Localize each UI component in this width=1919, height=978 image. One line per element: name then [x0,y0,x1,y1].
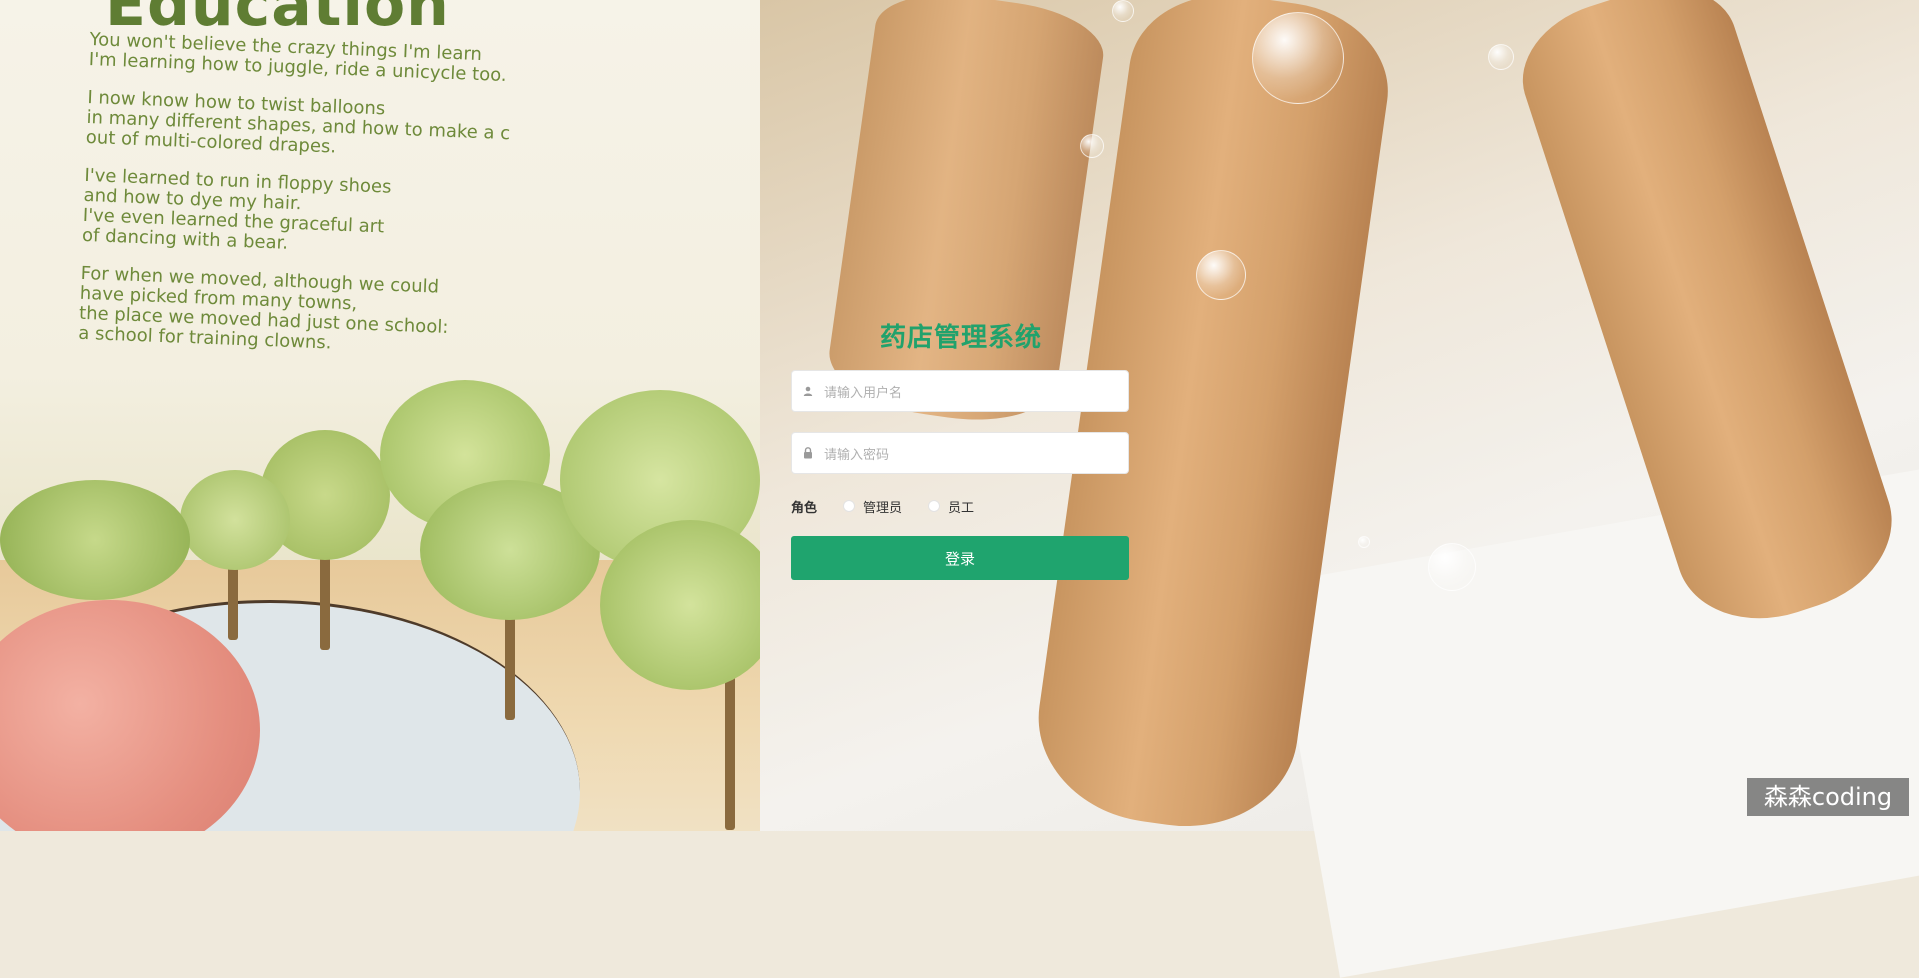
radio-button[interactable] [843,500,856,512]
role-option-label: 管理员 [863,499,903,515]
bubble [1488,44,1514,70]
bubble [1112,0,1134,22]
role-option-label: 员工 [948,499,975,515]
username-input[interactable] [822,371,1126,413]
tree [600,520,780,690]
role-option-staff[interactable]: 员工 [928,497,974,516]
watermark: 森森coding [1747,778,1909,816]
role-selector: 角色 管理员 员工 [791,494,1131,518]
login-title: 药店管理系统 [879,322,1042,352]
role-option-admin[interactable]: 管理员 [843,497,902,516]
user-icon [801,384,815,398]
bubble [1080,134,1104,158]
password-field[interactable] [791,432,1129,475]
poem-stanza: I've learned to run in floppy shoes and … [81,164,392,254]
bubble [1252,12,1344,104]
poem-stanza: For when we moved, although we could hav… [77,262,449,354]
radio-button[interactable] [928,500,941,512]
role-label: 角色 [791,499,818,515]
password-input[interactable] [822,433,1126,475]
tree-trunk [228,560,238,640]
login-form: 药店管理系统 角色 管理员 员工 登录 [791,320,1131,580]
bubble [1196,250,1246,300]
lock-icon [801,446,815,460]
login-button[interactable]: 登录 [791,536,1129,580]
bubble [1428,543,1476,591]
book-poem: You won't believe the crazy things I'm l… [77,29,529,379]
tree [0,480,190,600]
tree [180,470,290,570]
bubble [1358,536,1370,548]
poem-stanza: I now know how to twist balloons in many… [85,86,511,158]
background-book-illustration: Education You won't believe the crazy th… [0,0,800,831]
poem-stanza: You won't believe the crazy things I'm l… [88,29,507,87]
username-field[interactable] [791,370,1129,413]
